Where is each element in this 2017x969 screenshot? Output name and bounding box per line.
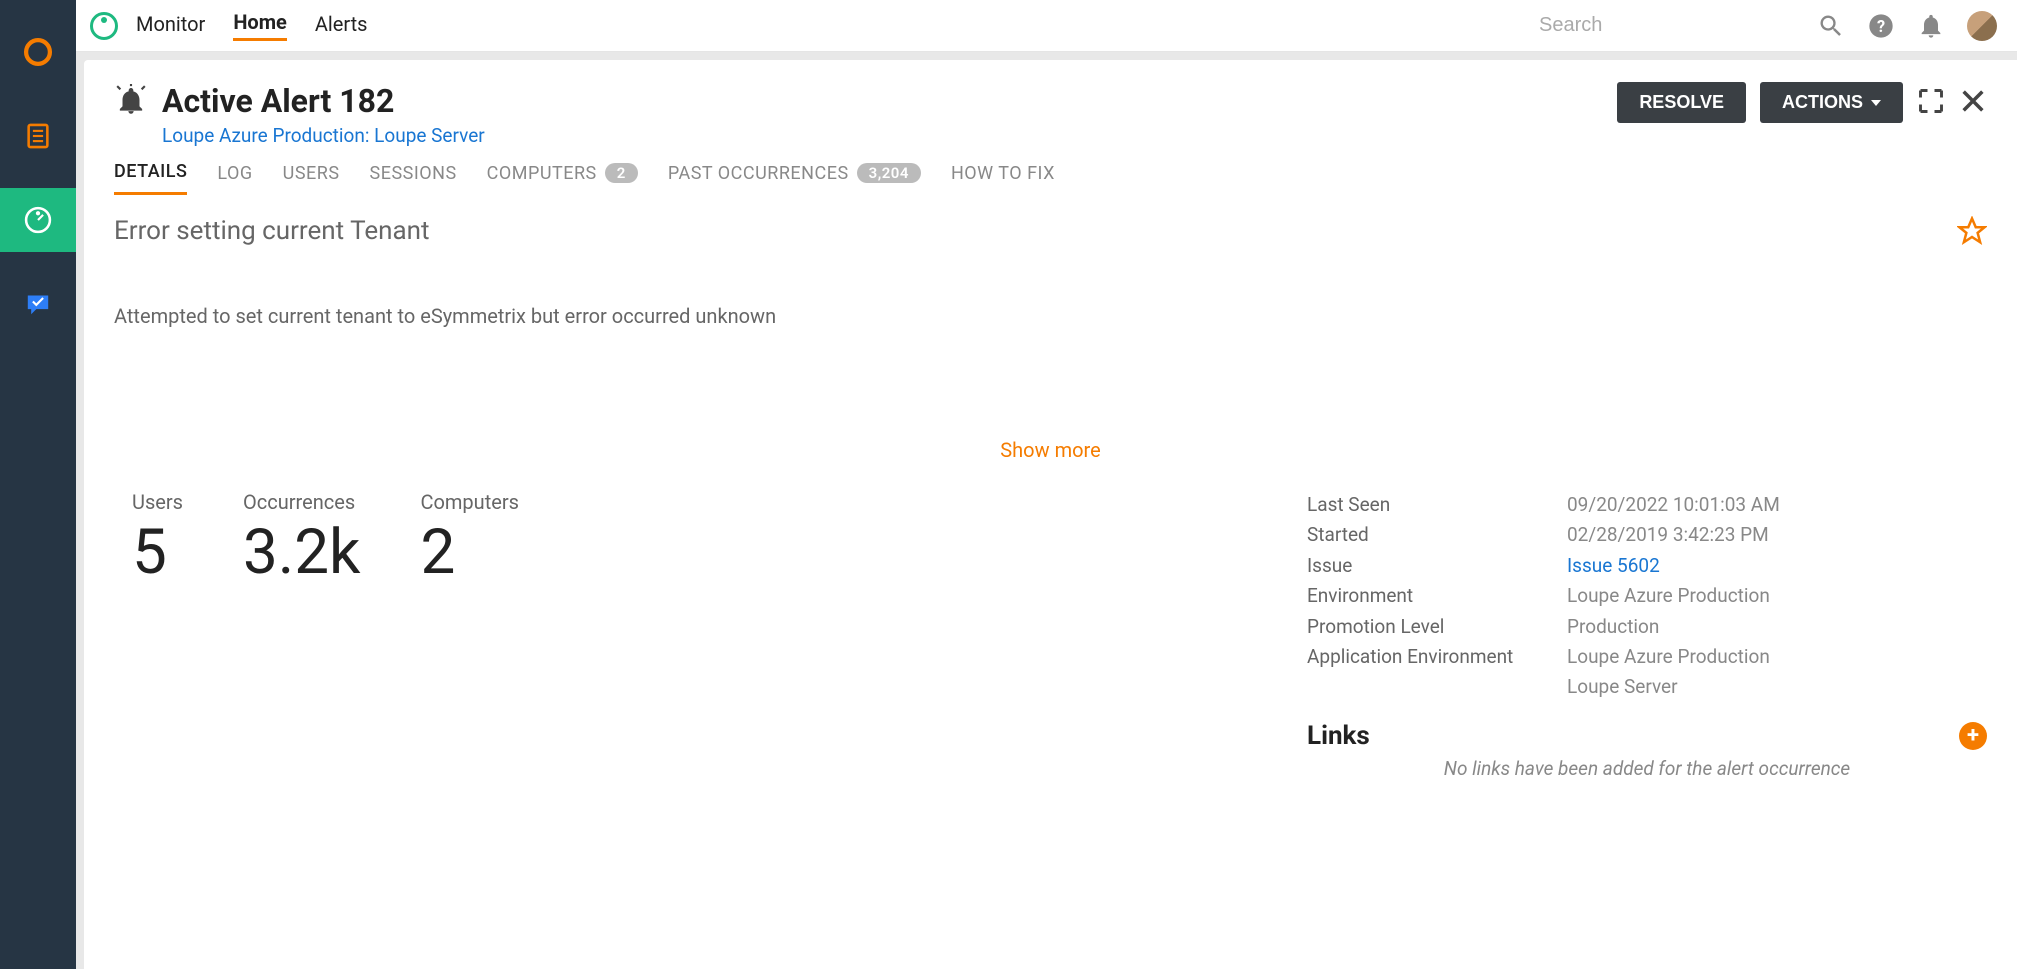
show-more-link[interactable]: Show more xyxy=(114,438,1987,462)
details-body: Error setting current Tenant Attempted t… xyxy=(114,216,1987,780)
links-head-row: Links + xyxy=(1307,721,1987,751)
links-empty-text: No links have been added for the alert o… xyxy=(1307,757,1987,780)
stat-computers: Computers 2 xyxy=(420,490,518,780)
main-region: Monitor Home Alerts ? xyxy=(76,0,2017,969)
content-tabs: DETAILS LOG USERS SESSIONS COMPUTERS 2 P… xyxy=(114,161,1987,196)
kv-environment: EnvironmentLoupe Azure Production xyxy=(1307,581,1987,611)
chat-check-icon xyxy=(21,287,55,321)
search-icon[interactable] xyxy=(1817,12,1845,40)
search-input[interactable] xyxy=(1539,14,1799,37)
header-actions: RESOLVE ACTIONS xyxy=(1617,82,1987,123)
error-description: Attempted to set current tenant to eSymm… xyxy=(114,304,1987,328)
stat-occurrences: Occurrences 3.2k xyxy=(243,490,360,780)
help-icon[interactable]: ? xyxy=(1867,12,1895,40)
topnav-tab-alerts[interactable]: Alerts xyxy=(315,12,368,40)
stat-computers-value: 2 xyxy=(420,516,518,589)
favorite-button[interactable] xyxy=(1957,216,1987,250)
circle-ring-icon xyxy=(21,35,55,69)
alert-bell-icon xyxy=(114,84,148,118)
tab-users[interactable]: USERS xyxy=(283,161,340,195)
gauge-icon xyxy=(21,203,55,237)
alert-card: Active Alert 182 Loupe Azure Production:… xyxy=(84,60,2017,969)
topbar: Monitor Home Alerts ? xyxy=(76,0,2017,52)
tab-sessions[interactable]: SESSIONS xyxy=(370,161,457,195)
chevron-down-icon xyxy=(1871,100,1881,106)
resolve-button[interactable]: RESOLVE xyxy=(1617,82,1746,123)
rail-item-doc[interactable] xyxy=(0,104,76,168)
actions-button-label: ACTIONS xyxy=(1782,92,1863,113)
page-title: Active Alert 182 xyxy=(162,82,394,120)
tab-computers[interactable]: COMPUTERS 2 xyxy=(487,161,638,195)
tab-past-occurrences-label: PAST OCCURRENCES xyxy=(668,163,849,184)
kv-issue: IssueIssue 5602 xyxy=(1307,551,1987,581)
brand-icon xyxy=(90,12,118,40)
add-link-button[interactable]: + xyxy=(1959,722,1987,750)
actions-button[interactable]: ACTIONS xyxy=(1760,82,1903,123)
bell-icon[interactable] xyxy=(1917,12,1945,40)
avatar[interactable] xyxy=(1967,11,1997,41)
stat-occurrences-label: Occurrences xyxy=(243,490,360,514)
stat-computers-label: Computers xyxy=(420,490,518,514)
fullscreen-icon xyxy=(1917,87,1945,115)
stat-occurrences-value: 3.2k xyxy=(243,516,360,589)
stage: Active Alert 182 Loupe Azure Production:… xyxy=(76,52,2017,969)
tab-computers-badge: 2 xyxy=(605,163,638,183)
close-button[interactable] xyxy=(1959,87,1987,119)
top-nav-tabs: Monitor Home Alerts xyxy=(136,10,368,41)
issue-link[interactable]: Issue 5602 xyxy=(1567,551,1660,581)
rail-item-chat[interactable] xyxy=(0,272,76,336)
plus-icon: + xyxy=(1967,723,1979,748)
side-rail xyxy=(0,0,76,969)
card-header: Active Alert 182 Loupe Azure Production:… xyxy=(114,82,1987,147)
topnav-tab-home[interactable]: Home xyxy=(233,10,287,41)
kv-block: Last Seen09/20/2022 10:01:03 AM Started0… xyxy=(1307,490,1987,780)
svg-text:?: ? xyxy=(1877,16,1885,35)
kv-last-seen: Last Seen09/20/2022 10:01:03 AM xyxy=(1307,490,1987,520)
stats-left: Users 5 Occurrences 3.2k Computers 2 xyxy=(114,490,519,780)
rail-item-monitor[interactable] xyxy=(0,188,76,252)
fullscreen-button[interactable] xyxy=(1917,87,1945,119)
close-icon xyxy=(1959,87,1987,115)
tab-how-to-fix[interactable]: HOW TO FIX xyxy=(951,161,1055,195)
kv-app-env-2: Loupe Server xyxy=(1307,672,1987,702)
error-title: Error setting current Tenant xyxy=(114,216,1987,246)
document-icon xyxy=(21,119,55,153)
stat-users-label: Users xyxy=(132,490,183,514)
tab-computers-label: COMPUTERS xyxy=(487,163,597,184)
topnav-tab-monitor[interactable]: Monitor xyxy=(136,12,205,40)
subtitle-link[interactable]: Loupe Azure Production: Loupe Server xyxy=(162,124,485,147)
tab-past-occurrences-badge: 3,204 xyxy=(857,163,921,183)
topbar-icons: ? xyxy=(1817,11,1997,41)
stat-users: Users 5 xyxy=(132,490,183,780)
star-icon xyxy=(1957,216,1987,246)
stat-users-value: 5 xyxy=(132,516,183,589)
stats-row: Users 5 Occurrences 3.2k Computers 2 xyxy=(114,490,1987,780)
tab-details[interactable]: DETAILS xyxy=(114,161,187,195)
links-heading: Links xyxy=(1307,721,1959,751)
kv-promotion: Promotion LevelProduction xyxy=(1307,612,1987,642)
tab-log[interactable]: LOG xyxy=(217,161,252,195)
rail-item-logo[interactable] xyxy=(0,20,76,84)
tab-past-occurrences[interactable]: PAST OCCURRENCES 3,204 xyxy=(668,161,921,195)
kv-started: Started02/28/2019 3:42:23 PM xyxy=(1307,520,1987,550)
kv-app-env: Application EnvironmentLoupe Azure Produ… xyxy=(1307,642,1987,672)
